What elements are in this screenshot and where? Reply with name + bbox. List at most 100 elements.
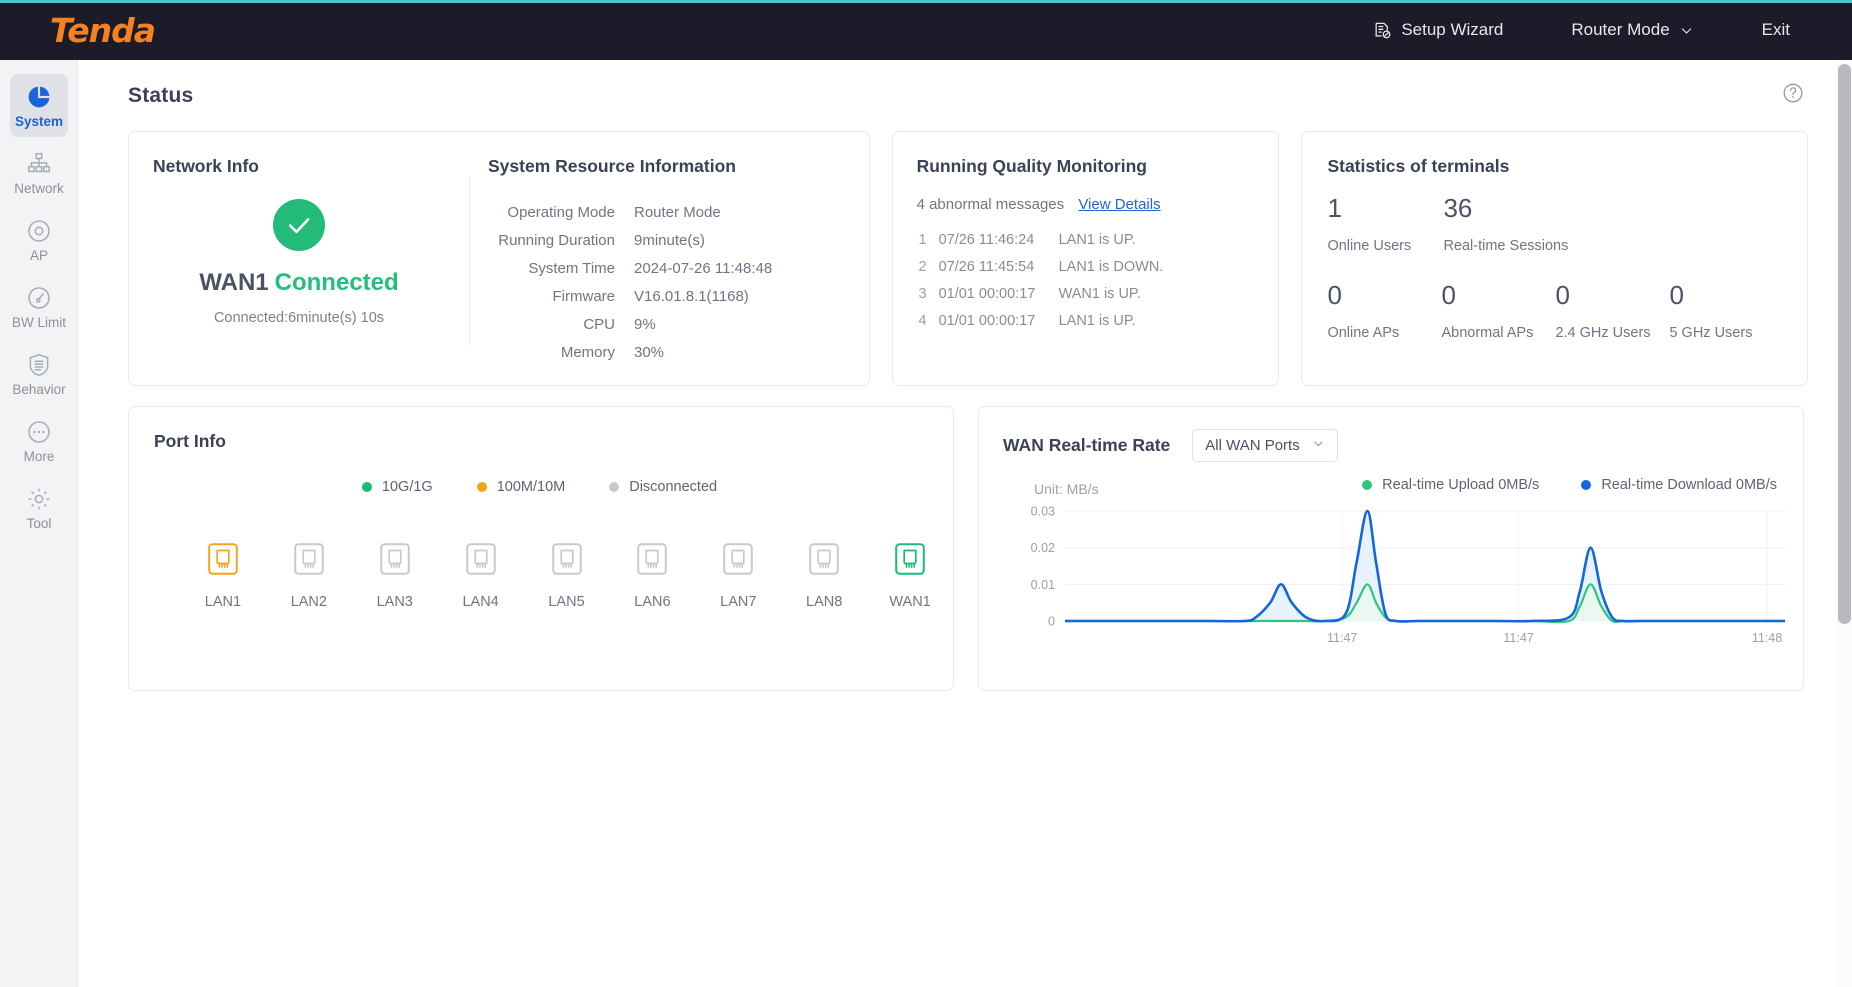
- port-lan8[interactable]: LAN8: [781, 543, 867, 610]
- wan-state: Connected: [275, 269, 399, 296]
- row-key: Firmware: [490, 283, 632, 309]
- row-key: Running Duration: [490, 227, 632, 253]
- row-value: 9%: [634, 311, 772, 337]
- top-bar-actions: Setup Wizard Router Mode Exit: [1367, 0, 1852, 60]
- sidebar-item-bw-limit[interactable]: BW Limit: [0, 273, 78, 340]
- row-key: Memory: [490, 339, 632, 365]
- port-label: LAN8: [806, 594, 842, 610]
- rj45-port-icon: [294, 543, 324, 580]
- svg-text:11:47: 11:47: [1503, 631, 1533, 645]
- legend-dot-icon: [1362, 480, 1372, 490]
- chevron-down-icon: [1312, 437, 1325, 454]
- rj45-port-icon: [552, 543, 582, 580]
- port-lan4[interactable]: LAN4: [438, 543, 524, 610]
- sidebar-item-more[interactable]: More: [0, 407, 78, 474]
- port-lan3[interactable]: LAN3: [352, 543, 438, 610]
- dashboard-row-1: Network Info WAN1 Connected Connected:6mi…: [78, 131, 1852, 386]
- list-item: 4 01/01 00:00:17 LAN1 is UP.: [917, 307, 1279, 334]
- system-resource-table: Operating Mode Router Mode Running Durat…: [488, 197, 774, 367]
- legend-dot-icon: [477, 482, 487, 492]
- stat-label: Online APs: [1327, 325, 1441, 341]
- legend-item-10g: 10G/1G: [362, 479, 433, 495]
- wan-rate-title: WAN Real-time Rate: [1003, 435, 1170, 456]
- wan-name: WAN1: [199, 269, 268, 296]
- rj45-port-icon: [723, 543, 753, 580]
- page-root: Tenda Setup Wizard Router Mode: [0, 0, 1852, 987]
- connected-duration: Connected:6minute(s) 10s: [129, 310, 469, 326]
- port-label: WAN1: [889, 594, 930, 610]
- stat-value: 0: [1327, 280, 1441, 311]
- port-lan6[interactable]: LAN6: [609, 543, 695, 610]
- row-key: Operating Mode: [490, 199, 632, 225]
- sidebar-item-label: Tool: [27, 516, 52, 531]
- wan-rate-card: WAN Real-time Rate All WAN Ports Unit: M…: [978, 406, 1804, 691]
- port-lan7[interactable]: LAN7: [695, 543, 781, 610]
- stat-label: 5 GHz Users: [1669, 325, 1783, 341]
- table-row: CPU 9%: [490, 311, 772, 337]
- list-item: 2 07/26 11:45:54 LAN1 is DOWN.: [917, 253, 1279, 280]
- setup-wizard-label: Setup Wizard: [1401, 20, 1503, 40]
- stat-value: 0: [1441, 280, 1555, 311]
- legend-label: Disconnected: [629, 479, 717, 495]
- rj45-port-icon: [637, 543, 667, 580]
- port-label: LAN5: [548, 594, 584, 610]
- legend-dot-icon: [362, 482, 372, 492]
- legend-item-upload[interactable]: Real-time Upload 0MB/s: [1362, 477, 1539, 493]
- stat-label: Real-time Sessions: [1443, 238, 1568, 254]
- network-info-pane: Network Info WAN1 Connected Connected:6mi…: [129, 132, 469, 385]
- view-details-link[interactable]: View Details: [1078, 196, 1160, 213]
- port-lan1[interactable]: LAN1: [180, 543, 266, 610]
- port-info-card: Port Info 10G/1G 100M/10M Disconnected: [128, 406, 954, 691]
- scrollbar-thumb[interactable]: [1838, 64, 1851, 624]
- row-value: V16.01.8.1(1168): [634, 283, 772, 309]
- svg-text:0.03: 0.03: [1031, 505, 1055, 519]
- stat-value: 0: [1555, 280, 1669, 311]
- sidebar-item-behavior[interactable]: Behavior: [0, 340, 78, 407]
- chart-legend: Real-time Upload 0MB/s Real-time Downloa…: [1362, 477, 1777, 493]
- svg-text:0: 0: [1048, 615, 1055, 629]
- sidebar-item-system[interactable]: System: [0, 72, 78, 139]
- router-mode-dropdown[interactable]: Router Mode: [1565, 0, 1699, 60]
- help-icon[interactable]: [1782, 82, 1804, 109]
- sidebar-item-label: AP: [30, 248, 48, 263]
- stat-value: 36: [1443, 193, 1568, 224]
- sidebar-item-tool[interactable]: Tool: [0, 474, 78, 541]
- svg-text:0.02: 0.02: [1031, 541, 1055, 555]
- sidebar-item-label: BW Limit: [12, 315, 66, 330]
- sidebar-item-ap[interactable]: AP: [0, 206, 78, 273]
- legend-item-download[interactable]: Real-time Download 0MB/s: [1581, 477, 1777, 493]
- stat-value: 0: [1669, 280, 1783, 311]
- statistics-card: Statistics of terminals 1 Online Users 3…: [1301, 131, 1808, 386]
- port-lan2[interactable]: LAN2: [266, 543, 352, 610]
- exit-button[interactable]: Exit: [1756, 0, 1796, 60]
- row-key: System Time: [490, 255, 632, 281]
- message-index: 4: [917, 313, 927, 329]
- setup-wizard-button[interactable]: Setup Wizard: [1367, 0, 1509, 60]
- message-time: 07/26 11:45:54: [939, 259, 1047, 275]
- port-wan1[interactable]: WAN1: [867, 543, 953, 610]
- running-quality-card: Running Quality Monitoring 4 abnormal me…: [892, 131, 1280, 386]
- port-label: LAN3: [377, 594, 413, 610]
- running-quality-title: Running Quality Monitoring: [917, 156, 1279, 177]
- wizard-icon: [1373, 21, 1392, 40]
- sidebar-item-network[interactable]: Network: [0, 139, 78, 206]
- port-list: LAN1LAN2 LAN3 LAN4 LAN5 LAN6LAN7 LAN8 WAN1: [154, 543, 953, 610]
- stat-online-aps: 0 Online APs: [1327, 280, 1441, 341]
- network-info-title: Network Info: [153, 156, 469, 177]
- stat-online-users: 1 Online Users: [1327, 193, 1443, 254]
- brand-logo: Tenda: [50, 11, 155, 50]
- table-row: System Time 2024-07-26 11:48:48: [490, 255, 772, 281]
- window-top-edge: [0, 0, 1852, 3]
- message-index: 2: [917, 259, 927, 275]
- legend-label: 10G/1G: [382, 479, 433, 495]
- wan-rate-chart: 00.010.020.0311:4711:4711:48: [1003, 503, 1793, 653]
- rj45-port-icon: [809, 543, 839, 580]
- port-lan5[interactable]: LAN5: [524, 543, 610, 610]
- table-row: Memory 30%: [490, 339, 772, 365]
- pie-chart-icon: [26, 82, 52, 112]
- row-value: 30%: [634, 339, 772, 365]
- wan-port-select[interactable]: All WAN Ports: [1192, 429, 1337, 462]
- sidebar-item-label: Behavior: [12, 382, 65, 397]
- message-text: LAN1 is DOWN.: [1059, 259, 1164, 275]
- svg-text:0.01: 0.01: [1031, 578, 1055, 592]
